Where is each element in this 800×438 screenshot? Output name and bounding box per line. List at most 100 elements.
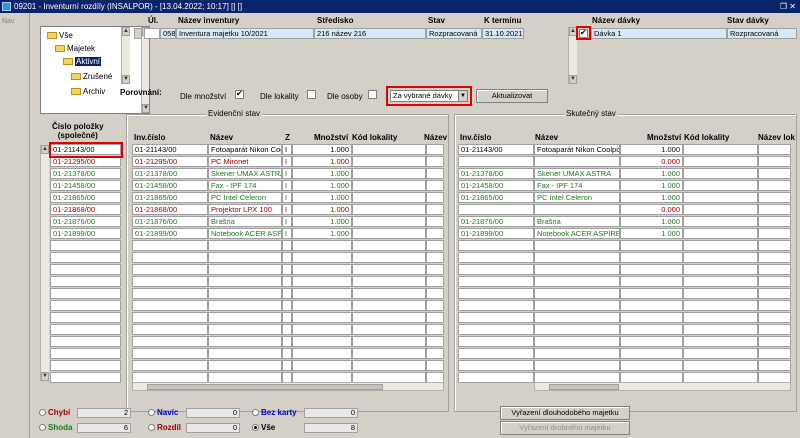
actual-qty-cell[interactable]	[620, 252, 683, 263]
inv-name-cell[interactable]: Inventura majetku 10/2021	[176, 28, 314, 39]
evid-qty-cell[interactable]: 1.000	[292, 228, 352, 239]
evid-qty-cell[interactable]	[292, 300, 352, 311]
evid-qty-cell[interactable]	[292, 336, 352, 347]
item-cell[interactable]: 01-21458/00	[50, 180, 121, 191]
actual-inv-cell[interactable]: 01-21458/00	[458, 180, 534, 191]
evid-name-cell[interactable]: Projektor LPX 100	[208, 204, 282, 215]
actual-loc-cell[interactable]	[683, 264, 758, 275]
evid-inv-cell[interactable]: 01-21868/00	[132, 204, 208, 215]
evid-name-cell[interactable]	[208, 348, 282, 359]
actual-locname-cell[interactable]	[758, 312, 791, 323]
actual-locname-cell[interactable]	[758, 228, 791, 239]
actual-loc-cell[interactable]	[683, 156, 758, 167]
actual-name-cell[interactable]	[534, 288, 620, 299]
filter-chyby[interactable]: Chybí	[39, 408, 70, 417]
evid-name-cell[interactable]	[208, 264, 282, 275]
actual-inv-cell[interactable]	[458, 372, 534, 383]
actual-name-cell[interactable]: Skener UMAX ASTRA	[534, 168, 620, 179]
actual-inv-cell[interactable]	[458, 360, 534, 371]
actual-qty-cell[interactable]: 0.000	[620, 204, 683, 215]
evid-loc-cell[interactable]	[352, 228, 426, 239]
evid-inv-cell[interactable]: 01-21899/00	[132, 228, 208, 239]
evid-qty-cell[interactable]	[292, 252, 352, 263]
evid-z-cell[interactable]	[282, 276, 292, 287]
actual-qty-cell[interactable]: 1.000	[620, 144, 683, 155]
item-cell[interactable]	[50, 240, 121, 251]
actual-name-cell[interactable]: Brašna	[534, 216, 620, 227]
actual-qty-cell[interactable]	[620, 276, 683, 287]
actual-locname-cell[interactable]	[758, 168, 791, 179]
evid-qty-cell[interactable]	[292, 288, 352, 299]
evid-name-cell[interactable]	[208, 252, 282, 263]
evid-locname-cell[interactable]	[426, 228, 444, 239]
evid-inv-cell[interactable]	[132, 252, 208, 263]
scroll-thumb[interactable]	[549, 384, 619, 390]
evid-inv-cell[interactable]: 01-21458/00	[132, 180, 208, 191]
evid-qty-cell[interactable]	[292, 348, 352, 359]
evid-loc-cell[interactable]	[352, 336, 426, 347]
evid-qty-cell[interactable]: 1.000	[292, 192, 352, 203]
window-controls[interactable]: ❐ ✕	[780, 0, 796, 13]
actual-locname-cell[interactable]	[758, 180, 791, 191]
evid-name-cell[interactable]	[208, 324, 282, 335]
actual-inv-cell[interactable]: 01-21378/00	[458, 168, 534, 179]
actual-loc-cell[interactable]	[683, 312, 758, 323]
item-cell[interactable]	[50, 312, 121, 323]
evid-z-cell[interactable]	[282, 252, 292, 263]
actual-locname-cell[interactable]	[758, 144, 791, 155]
actual-qty-cell[interactable]: 1.000	[620, 228, 683, 239]
actual-qty-cell[interactable]	[620, 324, 683, 335]
actual-locname-cell[interactable]	[758, 336, 791, 347]
actual-loc-cell[interactable]	[683, 360, 758, 371]
scroll-up-icon[interactable]: ▲	[41, 145, 49, 154]
evid-z-cell[interactable]: I	[282, 144, 292, 155]
evid-locname-cell[interactable]	[426, 264, 444, 275]
actual-loc-cell[interactable]	[683, 252, 758, 263]
actual-name-cell[interactable]: Fotoaparát Nikon Coolpix	[534, 144, 620, 155]
evid-name-cell[interactable]	[208, 312, 282, 323]
evid-inv-cell[interactable]	[132, 360, 208, 371]
evid-qty-cell[interactable]: 1.000	[292, 156, 352, 167]
actual-locname-cell[interactable]	[758, 240, 791, 251]
evid-z-cell[interactable]	[282, 288, 292, 299]
radio-selected-icon[interactable]	[252, 424, 259, 432]
item-cell[interactable]	[50, 372, 121, 383]
evid-hscroll[interactable]	[132, 382, 444, 391]
tree-node-assets[interactable]: Majetek	[55, 44, 95, 53]
actual-name-cell[interactable]	[534, 204, 620, 215]
evid-qty-cell[interactable]	[292, 324, 352, 335]
nav-strip[interactable]: Nav	[0, 13, 30, 438]
actual-loc-cell[interactable]	[683, 192, 758, 203]
evid-name-cell[interactable]: Fax - IPF 174	[208, 180, 282, 191]
actual-loc-cell[interactable]	[683, 276, 758, 287]
radio-icon[interactable]	[39, 409, 46, 417]
evid-locname-cell[interactable]	[426, 300, 444, 311]
actual-name-cell[interactable]	[534, 240, 620, 251]
row-selector[interactable]	[134, 28, 142, 39]
actual-inv-cell[interactable]: 01-21876/00	[458, 216, 534, 227]
item-cell[interactable]	[50, 324, 121, 335]
evid-loc-cell[interactable]	[352, 252, 426, 263]
actual-name-cell[interactable]	[534, 252, 620, 263]
actual-locname-cell[interactable]	[758, 288, 791, 299]
evid-name-cell[interactable]: Brašna	[208, 216, 282, 227]
scroll-thumb[interactable]	[147, 384, 383, 390]
item-scrollbar[interactable]: ▲ ▼	[40, 145, 49, 381]
item-cell[interactable]: 01-21865/00	[50, 192, 121, 203]
evid-locname-cell[interactable]	[426, 180, 444, 191]
evid-loc-cell[interactable]	[352, 324, 426, 335]
evid-inv-cell[interactable]	[132, 348, 208, 359]
evid-inv-cell[interactable]	[132, 324, 208, 335]
actual-qty-cell[interactable]	[620, 240, 683, 251]
item-cell[interactable]	[50, 348, 121, 359]
actual-qty-cell[interactable]: 0.000	[620, 156, 683, 167]
tree-node-active[interactable]: Aktivní	[63, 57, 102, 66]
evid-qty-cell[interactable]	[292, 312, 352, 323]
qty-checkbox[interactable]	[235, 89, 244, 100]
item-cell[interactable]: 01-21868/00	[50, 204, 121, 215]
actual-name-cell[interactable]	[534, 156, 620, 167]
filter-rozdil[interactable]: Rozdíl	[148, 423, 181, 432]
evid-name-cell[interactable]	[208, 300, 282, 311]
actual-qty-cell[interactable]: 1.000	[620, 168, 683, 179]
actual-locname-cell[interactable]	[758, 204, 791, 215]
